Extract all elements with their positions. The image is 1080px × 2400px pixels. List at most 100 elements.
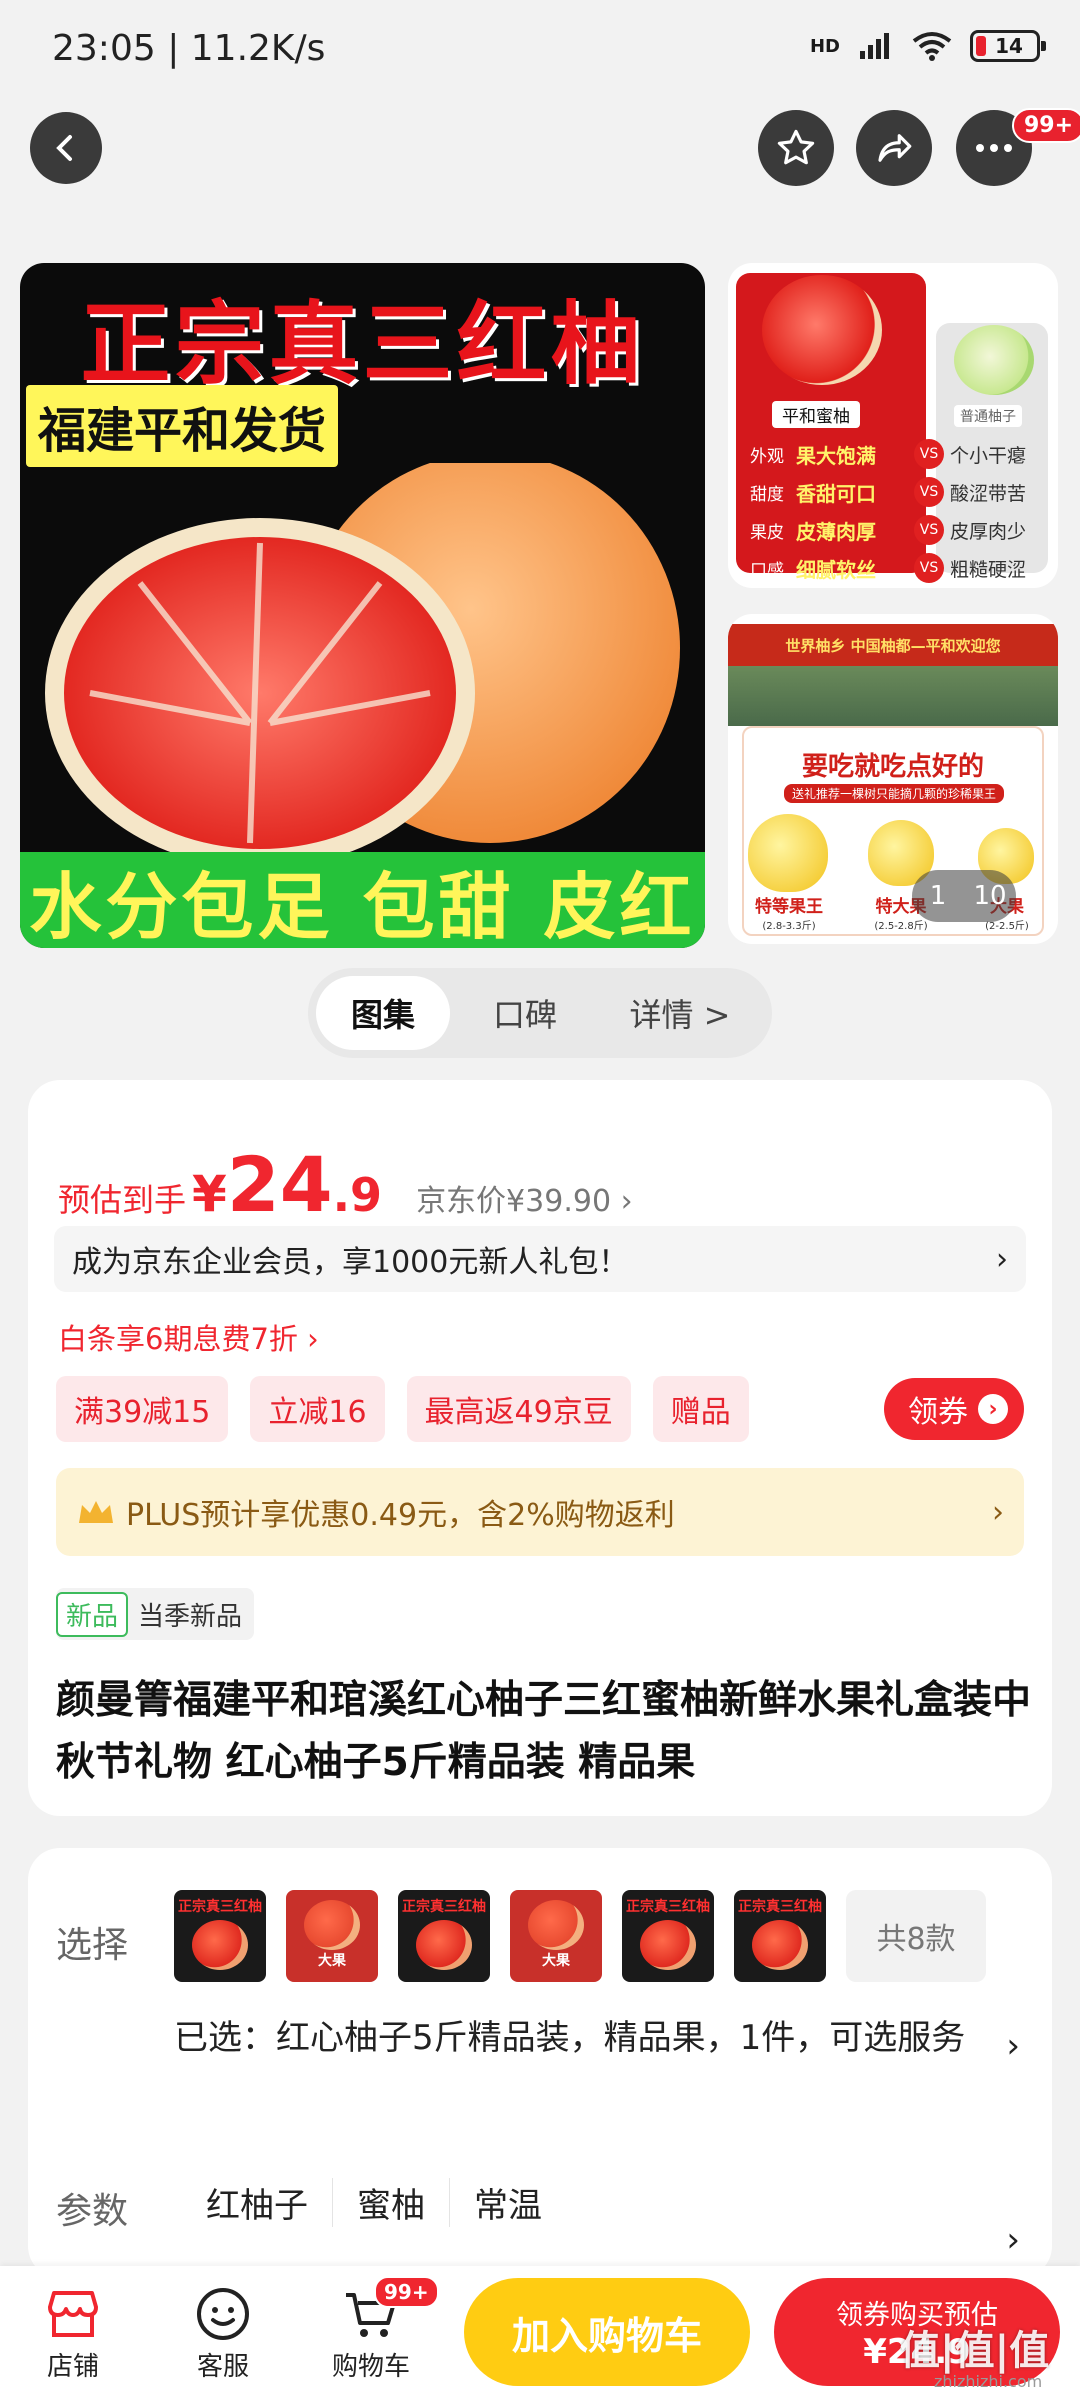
- wifi-icon: [912, 32, 952, 61]
- cart-label: 购物车: [331, 2352, 410, 2382]
- hero-bottom-banner: 水分包足 包甜 皮红: [20, 852, 705, 948]
- gallery-thumb-compare[interactable]: 平和蜜柚 普通柚子 外观 果大饱满 VS 个小干瘪 甜度 香甜可口 VS 酸涩带苦 果皮 皮薄…: [728, 263, 1058, 588]
- grade-label: 特等果王 (2.8-3.3斤): [755, 897, 823, 932]
- grades-subheading: 送礼推荐一棵树只能摘几颗的珍稀果王: [784, 784, 1005, 803]
- sku-swatch[interactable]: 正宗真三红柚: [734, 1890, 826, 1982]
- member-text: 成为京东企业会员，享1000元新人礼包！: [72, 1245, 629, 1280]
- price-currency: ¥: [192, 1165, 227, 1223]
- pager-current: 1: [929, 881, 947, 911]
- site-watermark-url: zhizhizhi.com: [934, 2372, 1043, 2391]
- product-title: 颜曼箐福建平和琯溪红心柚子三红蜜柚新鲜水果礼盒装中秋节礼物 红心柚子5斤精品装 …: [56, 1678, 1032, 1785]
- store-icon: [48, 2291, 98, 2337]
- select-label: 选择: [56, 1925, 129, 1966]
- plus-text: PLUS预计享优惠0.49元，含2%购物返利: [126, 1498, 675, 1533]
- coupon-chip[interactable]: 赠品: [652, 1376, 749, 1442]
- price-integer: 24: [226, 1140, 333, 1229]
- star-icon: [777, 129, 815, 165]
- share-icon: [878, 134, 912, 162]
- left-tag: 平和蜜柚: [772, 401, 860, 428]
- chevron-right-icon[interactable]: ›: [1006, 2026, 1020, 2066]
- cart-badge: 99+: [374, 2276, 439, 2308]
- share-button[interactable]: [856, 110, 932, 186]
- hero-subtitle: 福建平和发货: [26, 385, 339, 467]
- new-season-tag: 新品 当季新品: [56, 1588, 255, 1640]
- compare-table: 外观 果大饱满 VS 个小干瘪 甜度 香甜可口 VS 酸涩带苦 果皮 皮薄肉厚 VS 皮厚肉少 口…: [750, 435, 1026, 587]
- estimated-price-label: 预估到手: [58, 1181, 187, 1219]
- chevron-right-icon: ›: [992, 1494, 1004, 1530]
- tab-reviews[interactable]: 口碑: [450, 976, 600, 1050]
- detail-tabs: 图集 口碑 详情 >: [308, 968, 772, 1058]
- sku-swatches: 正宗真三红柚 大果 正宗真三红柚 大果 正宗真三红柚 正宗真三红柚 共8款: [174, 1890, 986, 1982]
- new-badge: 新品: [56, 1591, 129, 1637]
- back-button[interactable]: [30, 112, 102, 184]
- selection-card: 选择 正宗真三红柚 大果 正宗真三红柚 大果 正宗真三红柚 正宗真三红柚 共8款…: [28, 1848, 1052, 2278]
- new-season-text: 当季新品: [138, 1601, 243, 1632]
- chevron-left-icon: [56, 135, 72, 161]
- params-list[interactable]: 红柚子 蜜柚 常温: [174, 2178, 566, 2227]
- get-coupon-button[interactable]: 领券 ›: [884, 1378, 1024, 1440]
- status-time: 23:05 | 11.2K/s: [52, 28, 326, 69]
- sku-swatch[interactable]: 大果: [286, 1890, 378, 1982]
- selected-variant-text[interactable]: 已选：红心柚子5斤精品装，精品果，1件，可选服务: [174, 2006, 1004, 2070]
- cart-button[interactable]: 99+ 购物车: [316, 2276, 439, 2383]
- sku-swatch[interactable]: 正宗真三红柚: [174, 1890, 266, 1982]
- status-icons: HD 14: [809, 30, 1046, 62]
- param-item: 蜜柚: [333, 2178, 450, 2227]
- baitiao-offer[interactable]: 白条享6期息费7折 ›: [58, 1316, 319, 1358]
- pomelo-illustration: [45, 463, 680, 863]
- compare-row: 果皮 皮薄肉厚 VS 皮厚肉少: [750, 511, 1026, 549]
- get-coupon-label: 领券: [908, 1395, 968, 1430]
- hero-title: 正宗真三红柚: [80, 292, 645, 397]
- sku-swatch[interactable]: 正宗真三红柚: [398, 1890, 490, 1982]
- tab-gallery[interactable]: 图集: [316, 976, 450, 1050]
- service-face-icon: [197, 2288, 249, 2340]
- grades-heading: 要吃就吃点好的: [801, 752, 984, 782]
- coupon-list: 满39减15 立减16 最高返49京豆 赠品: [56, 1376, 749, 1442]
- jd-price-link[interactable]: 京东价¥39.90 ›: [416, 1176, 633, 1220]
- red-pomelo-image: [762, 275, 882, 385]
- coupon-chip[interactable]: 满39减15: [56, 1376, 229, 1442]
- enterprise-member-banner[interactable]: 成为京东企业会员，享1000元新人礼包！ ›: [54, 1226, 1026, 1292]
- crown-icon: [79, 1501, 113, 1523]
- price-card: 预估到手 ¥ 24 .9 京东价¥39.90 › 成为京东企业会员，享1000元…: [28, 1080, 1052, 1816]
- price-decimal: .9: [332, 1168, 383, 1222]
- service-label: 客服: [196, 2352, 249, 2382]
- price-line: 预估到手 ¥ 24 .9 京东价¥39.90 ›: [58, 1140, 633, 1229]
- params-label: 参数: [56, 2191, 129, 2232]
- coupon-chip[interactable]: 最高返49京豆: [406, 1376, 631, 1442]
- scenery-image: [728, 666, 1058, 726]
- compare-row: 甜度 香甜可口 VS 酸涩带苦: [750, 473, 1026, 511]
- more-variants-button[interactable]: 共8款: [846, 1890, 986, 1982]
- arrow-circle-icon: ›: [978, 1394, 1008, 1424]
- pager-total: 10: [973, 881, 1007, 911]
- grade-pomelo-large: [748, 814, 828, 892]
- customer-service-button[interactable]: 客服: [168, 2282, 278, 2383]
- store-button[interactable]: 店铺: [18, 2282, 128, 2383]
- chevron-right-icon[interactable]: ›: [1006, 2220, 1020, 2260]
- tab-details[interactable]: 详情 >: [600, 976, 760, 1050]
- more-dots-icon: [976, 144, 1012, 152]
- coupon-chip[interactable]: 立减16: [250, 1376, 385, 1442]
- param-item: 常温: [474, 2186, 542, 2226]
- status-bar: 23:05 | 11.2K/s HD 14: [0, 0, 1080, 100]
- compare-row: 口感 细腻软丝 VS 粗糙硬涩: [750, 549, 1026, 587]
- site-watermark: 值|值|值: [900, 2328, 1050, 2374]
- gate-banner: 世界柚乡 中国柚都—平和欢迎您: [728, 624, 1058, 666]
- battery-level: 14: [995, 34, 1023, 58]
- sku-swatch[interactable]: 大果: [510, 1890, 602, 1982]
- param-item: 红柚子: [174, 2178, 333, 2227]
- right-tag: 普通柚子: [954, 405, 1022, 427]
- common-pomelo-image: [954, 325, 1034, 395]
- favorite-button[interactable]: [758, 110, 834, 186]
- plus-discount-banner[interactable]: PLUS预计享优惠0.49元，含2%购物返利 ›: [56, 1468, 1024, 1556]
- signal-icon: [860, 33, 889, 59]
- gallery-pager: 1 10: [912, 870, 1016, 922]
- gallery-main-image[interactable]: 正宗真三红柚 福建平和发货 水分包足 包甜 皮红: [20, 263, 705, 948]
- sku-swatch[interactable]: 正宗真三红柚: [622, 1890, 714, 1982]
- compare-row: 外观 果大饱满 VS 个小干瘪: [750, 435, 1026, 473]
- add-to-cart-button[interactable]: 加入购物车: [464, 2278, 750, 2386]
- more-badge: 99+: [1012, 108, 1080, 143]
- battery-icon: 14: [970, 30, 1046, 62]
- chevron-right-icon: ›: [996, 1241, 1008, 1277]
- network-label: HD: [809, 35, 840, 57]
